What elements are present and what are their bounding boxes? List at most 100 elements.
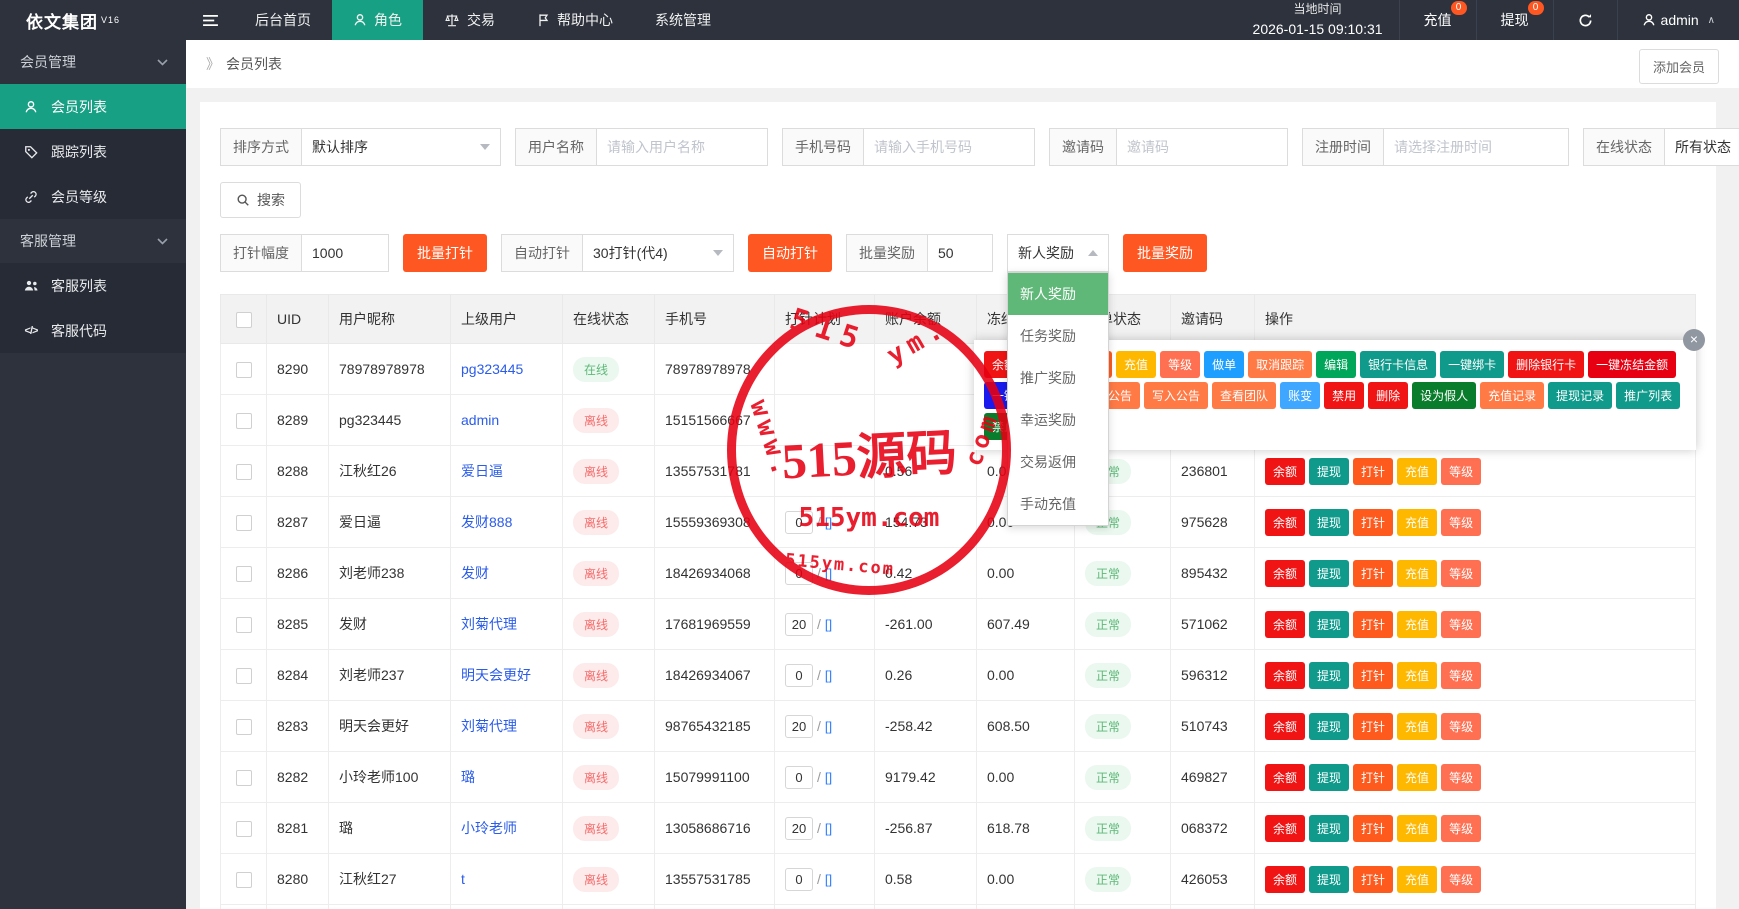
admin-menu[interactable]: admin ∧ — [1617, 0, 1739, 40]
parent-user-link[interactable]: 刘菊代理 — [461, 718, 517, 734]
op-button-余额[interactable]: 余额 — [1265, 458, 1305, 485]
op-button-打针[interactable]: 打针 — [1353, 713, 1393, 740]
filter-input-注册时间[interactable] — [1383, 128, 1569, 166]
sidebar-item-会员列表[interactable]: 会员列表 — [0, 84, 186, 129]
op-button-提现[interactable]: 提现 — [1309, 662, 1349, 689]
op-button-余额[interactable]: 余额 — [1265, 815, 1305, 842]
row-checkbox[interactable] — [236, 821, 252, 837]
parent-user-link[interactable]: 璐 — [461, 769, 475, 785]
row-checkbox[interactable] — [236, 515, 252, 531]
row-checkbox[interactable] — [236, 668, 252, 684]
auto-inject-select[interactable]: 30打针(代4) — [582, 234, 734, 272]
panel-button-写入公告[interactable]: 写入公告 — [1144, 382, 1208, 409]
op-button-提现[interactable]: 提现 — [1309, 560, 1349, 587]
op-button-提现[interactable]: 提现 — [1309, 713, 1349, 740]
op-button-等级[interactable]: 等级 — [1441, 662, 1481, 689]
plan-input[interactable]: 0 — [785, 868, 813, 891]
parent-user-link[interactable]: 爱日逼 — [461, 463, 503, 479]
plan-input[interactable]: 20 — [785, 715, 813, 738]
op-button-打针[interactable]: 打针 — [1353, 458, 1393, 485]
nav-item-角色[interactable]: 角色 — [332, 0, 423, 40]
op-button-余额[interactable]: 余额 — [1265, 509, 1305, 536]
add-member-button[interactable]: 添加会员 — [1639, 49, 1719, 84]
op-button-充值[interactable]: 充值 — [1397, 509, 1437, 536]
panel-button-银行卡信息[interactable]: 银行卡信息 — [1360, 351, 1436, 378]
op-button-提现[interactable]: 提现 — [1309, 866, 1349, 893]
row-checkbox[interactable] — [236, 566, 252, 582]
dropdown-option-幸运奖励[interactable]: 幸运奖励 — [1008, 399, 1108, 441]
plan-edit-link[interactable]: [] — [825, 821, 832, 836]
op-button-充值[interactable]: 充值 — [1397, 560, 1437, 587]
sidebar-item-客服列表[interactable]: 客服列表 — [0, 263, 186, 308]
panel-button-一键绑卡[interactable]: 一键绑卡 — [1440, 351, 1504, 378]
op-button-等级[interactable]: 等级 — [1441, 560, 1481, 587]
sidebar-item-客服代码[interactable]: </>客服代码 — [0, 308, 186, 353]
inject-range-input[interactable] — [301, 234, 389, 272]
plan-edit-link[interactable]: [] — [825, 719, 832, 734]
row-checkbox[interactable] — [236, 362, 252, 378]
op-button-等级[interactable]: 等级 — [1441, 509, 1481, 536]
dropdown-option-新人奖励[interactable]: 新人奖励 — [1008, 273, 1108, 315]
nav-item-系统管理[interactable]: 系统管理 — [634, 0, 732, 40]
op-button-等级[interactable]: 等级 — [1441, 866, 1481, 893]
panel-button-一键冻结金额[interactable]: 一键冻结金额 — [1588, 351, 1676, 378]
plan-edit-link[interactable]: [] — [825, 515, 832, 530]
parent-user-link[interactable]: t — [461, 871, 465, 887]
dropdown-option-推广奖励[interactable]: 推广奖励 — [1008, 357, 1108, 399]
panel-button-取消跟踪[interactable]: 取消跟踪 — [1248, 351, 1312, 378]
op-button-提现[interactable]: 提现 — [1309, 611, 1349, 638]
op-button-充值[interactable]: 充值 — [1397, 662, 1437, 689]
panel-button-等级[interactable]: 等级 — [1160, 351, 1200, 378]
plan-input[interactable]: 20 — [785, 817, 813, 840]
select-all-checkbox[interactable] — [236, 312, 252, 328]
plan-edit-link[interactable]: [] — [825, 668, 832, 683]
parent-user-link[interactable]: 明天会更好 — [461, 667, 531, 683]
sidebar-item-跟踪列表[interactable]: 跟踪列表 — [0, 129, 186, 174]
panel-button-删除银行卡[interactable]: 删除银行卡 — [1508, 351, 1584, 378]
op-button-打针[interactable]: 打针 — [1353, 611, 1393, 638]
menu-toggle-icon[interactable] — [186, 0, 234, 40]
row-checkbox[interactable] — [236, 872, 252, 888]
panel-button-查看团队[interactable]: 查看团队 — [1212, 382, 1276, 409]
op-button-提现[interactable]: 提现 — [1309, 764, 1349, 791]
op-button-提现[interactable]: 提现 — [1309, 458, 1349, 485]
nav-item-交易[interactable]: 交易 — [423, 0, 516, 40]
row-checkbox[interactable] — [236, 770, 252, 786]
row-checkbox[interactable] — [236, 413, 252, 429]
plan-edit-link[interactable]: [] — [825, 872, 832, 887]
op-button-充值[interactable]: 充值 — [1397, 611, 1437, 638]
op-button-余额[interactable]: 余额 — [1265, 611, 1305, 638]
plan-input[interactable]: 20 — [785, 613, 813, 636]
op-button-等级[interactable]: 等级 — [1441, 764, 1481, 791]
op-button-打针[interactable]: 打针 — [1353, 560, 1393, 587]
filter-input-邀请码[interactable] — [1116, 128, 1288, 166]
op-button-余额[interactable]: 余额 — [1265, 866, 1305, 893]
filter-input-手机号码[interactable] — [863, 128, 1035, 166]
panel-button-提现记录[interactable]: 提现记录 — [1548, 382, 1612, 409]
panel-button-做单[interactable]: 做单 — [1204, 351, 1244, 378]
filter-select-在线状态[interactable]: 所有状态 — [1664, 128, 1739, 166]
batch-reward-button[interactable]: 批量奖励 — [1123, 234, 1207, 272]
op-button-等级[interactable]: 等级 — [1441, 611, 1481, 638]
nav-item-后台首页[interactable]: 后台首页 — [234, 0, 332, 40]
op-button-充值[interactable]: 充值 — [1397, 458, 1437, 485]
op-button-打针[interactable]: 打针 — [1353, 866, 1393, 893]
refresh-button[interactable] — [1553, 0, 1617, 40]
filter-select-排序方式[interactable]: 默认排序 — [301, 128, 501, 166]
op-button-充值[interactable]: 充值 — [1397, 815, 1437, 842]
plan-edit-link[interactable]: [] — [825, 617, 832, 632]
recharge-button[interactable]: 充值 0 — [1399, 0, 1476, 40]
dropdown-option-手动充值[interactable]: 手动充值 — [1008, 483, 1108, 525]
op-button-打针[interactable]: 打针 — [1353, 509, 1393, 536]
parent-user-link[interactable]: 发财888 — [461, 514, 512, 530]
plan-input[interactable]: 0 — [785, 511, 813, 534]
op-button-余额[interactable]: 余额 — [1265, 560, 1305, 587]
withdraw-button[interactable]: 提现 0 — [1476, 0, 1553, 40]
parent-user-link[interactable]: admin — [461, 412, 499, 428]
op-button-余额[interactable]: 余额 — [1265, 662, 1305, 689]
plan-edit-link[interactable]: [] — [825, 566, 832, 581]
filter-input-用户名称[interactable] — [596, 128, 768, 166]
search-button[interactable]: 搜索 — [220, 182, 301, 218]
parent-user-link[interactable]: 发财 — [461, 565, 489, 581]
dropdown-option-交易返佣[interactable]: 交易返佣 — [1008, 441, 1108, 483]
